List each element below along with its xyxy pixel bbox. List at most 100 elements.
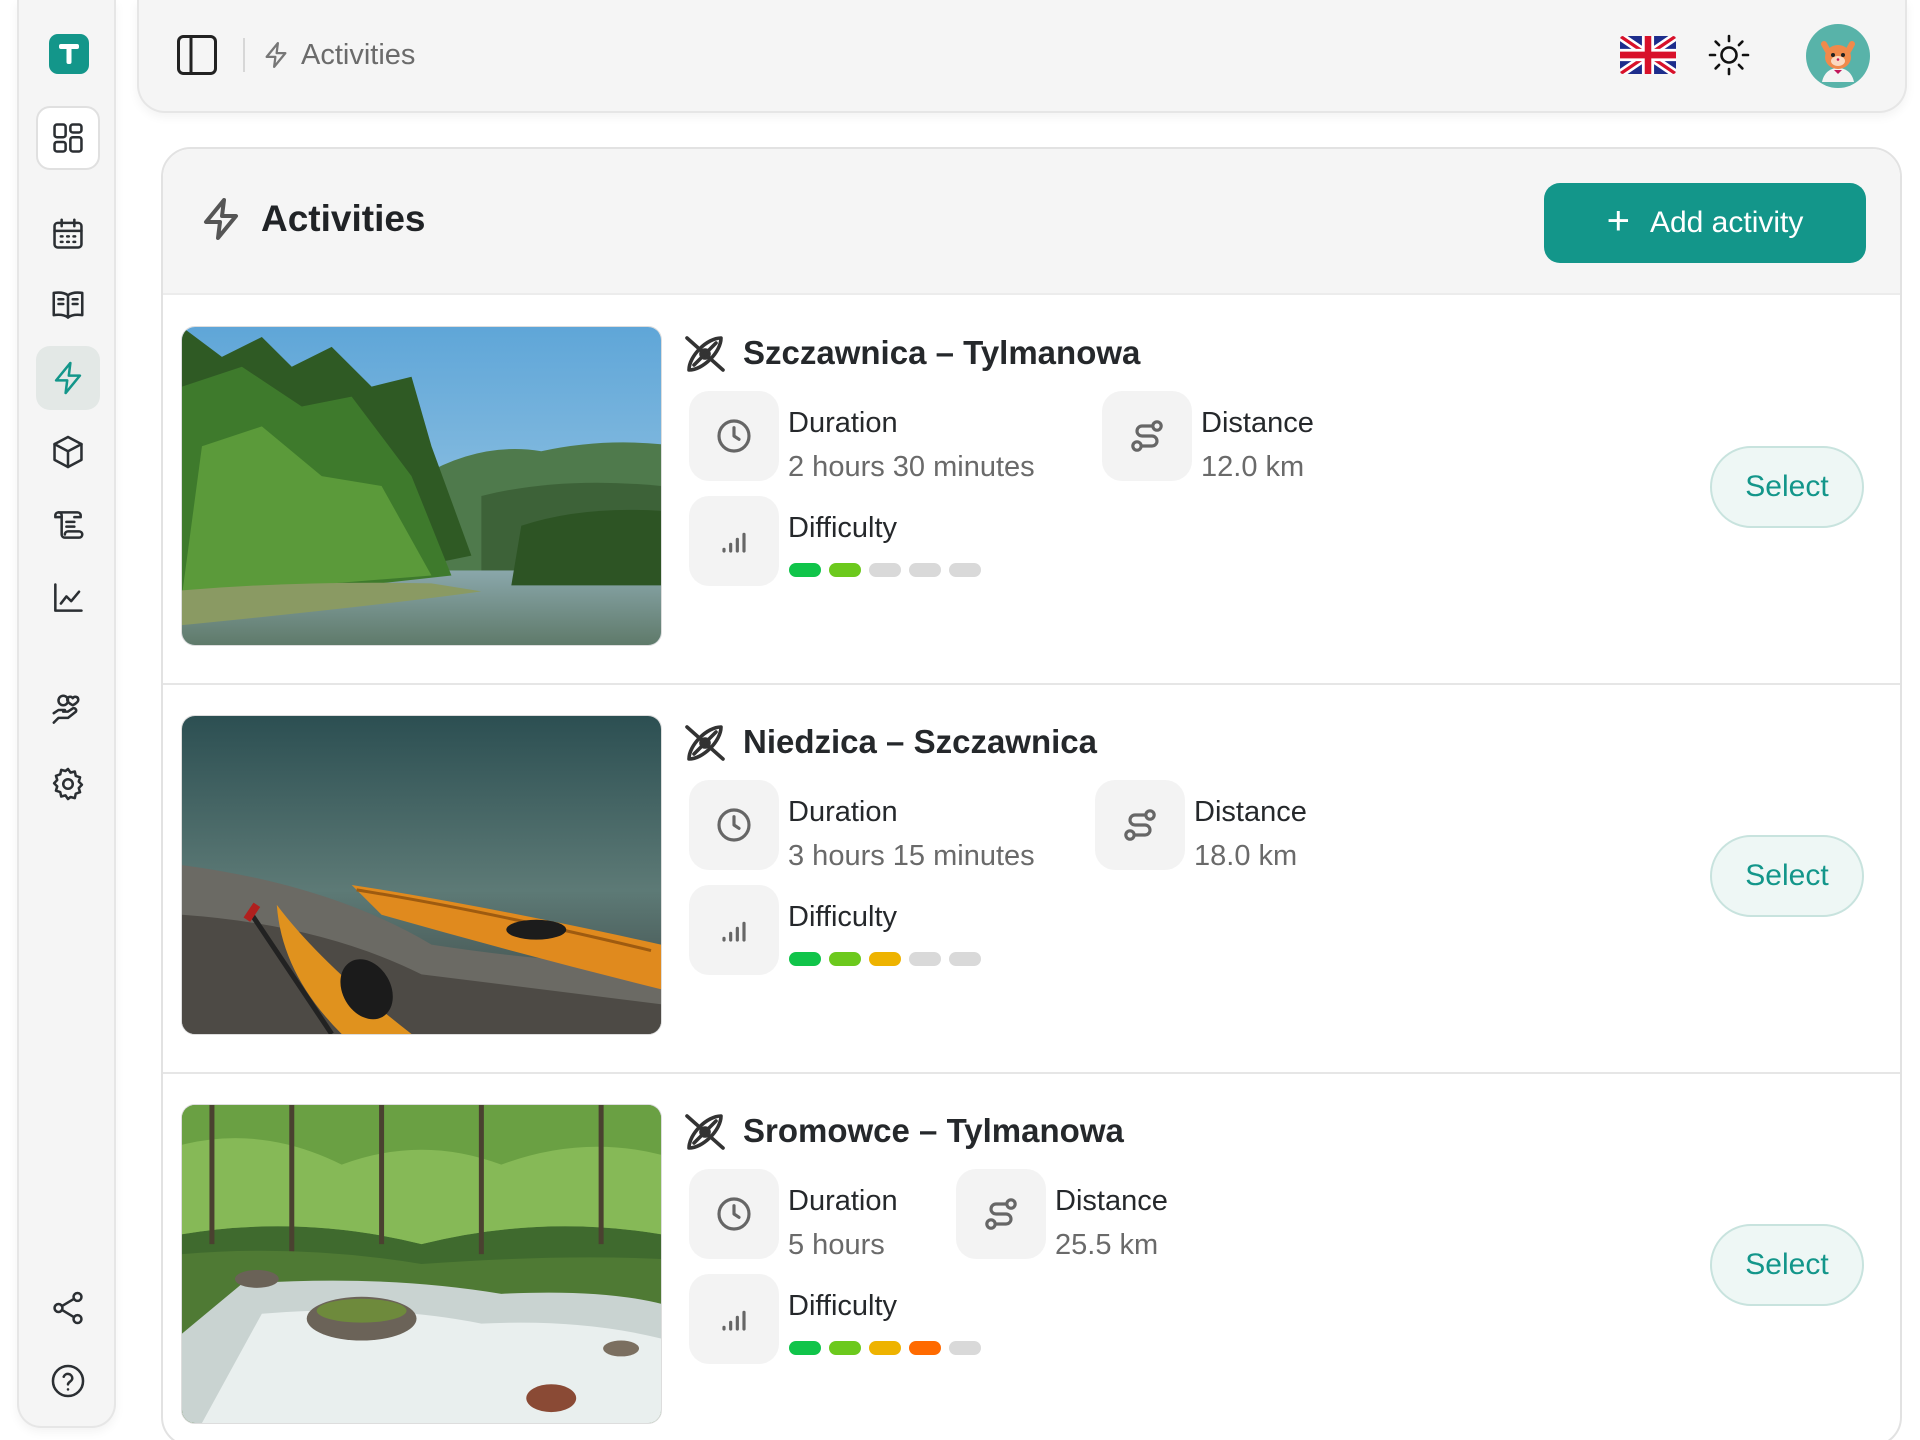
- select-button[interactable]: Select: [1710, 1224, 1864, 1306]
- route-icon: [1131, 420, 1163, 452]
- user-avatar[interactable]: [1806, 24, 1870, 88]
- distance-stat-box: [956, 1169, 1046, 1259]
- activity-row: Szczawnica – Tylmanowa Duration 2 hours …: [163, 295, 1900, 685]
- add-activity-button[interactable]: + Add activity: [1544, 183, 1866, 263]
- breadcrumb-bolt-icon: [261, 40, 291, 70]
- difficulty-dot: [909, 952, 941, 966]
- difficulty-dot: [829, 563, 861, 577]
- activity-photo-rapids-stream: [181, 1104, 662, 1424]
- clock-icon: [717, 808, 751, 842]
- nav-packages[interactable]: [36, 420, 100, 484]
- distance-label: Distance: [1194, 796, 1307, 828]
- activity-row: Niedzica – Szczawnica Duration 3 hours 1…: [163, 684, 1900, 1074]
- plus-icon: +: [1606, 199, 1630, 243]
- dashboard-grid-icon: [53, 123, 83, 153]
- gear-icon: [52, 767, 84, 801]
- distance-value: 12.0 km: [1201, 451, 1305, 483]
- distance-value: 18.0 km: [1194, 840, 1298, 872]
- difficulty-label: Difficulty: [788, 901, 898, 933]
- route-icon: [985, 1198, 1017, 1230]
- activity-title: Sromowce – Tylmanowa: [743, 1112, 1124, 1149]
- nav-activities[interactable]: [36, 346, 100, 410]
- distance-label: Distance: [1201, 407, 1314, 439]
- activity-row: Sromowce – Tylmanowa Duration 5 hours Di…: [163, 1073, 1900, 1440]
- difficulty-dot: [909, 563, 941, 577]
- duration-label: Duration: [788, 407, 898, 439]
- nav-settings[interactable]: [36, 752, 100, 816]
- logo-t-icon: [59, 44, 79, 64]
- share-icon: [53, 1291, 83, 1325]
- duration-value: 3 hours 15 minutes: [788, 840, 1035, 872]
- difficulty-label: Difficulty: [788, 512, 898, 544]
- calendar-icon: [53, 218, 83, 249]
- distance-stat-box: [1095, 780, 1185, 870]
- language-uk-flag-icon[interactable]: [1620, 36, 1676, 74]
- difficulty-meter: [789, 563, 981, 577]
- select-button[interactable]: Select: [1710, 835, 1864, 917]
- duration-stat-box: [689, 780, 779, 870]
- cat-avatar-icon: [1806, 24, 1870, 88]
- distance-label: Distance: [1055, 1185, 1168, 1217]
- kayak-icon: [681, 330, 729, 378]
- kayak-icon: [681, 1108, 729, 1156]
- difficulty-dot: [949, 952, 981, 966]
- bolt-icon: [54, 361, 82, 395]
- difficulty-meter: [789, 1341, 981, 1355]
- duration-stat-box: [689, 1169, 779, 1259]
- nav-share[interactable]: [36, 1276, 100, 1340]
- difficulty-dot: [789, 952, 821, 966]
- nav-statistics[interactable]: [36, 566, 100, 630]
- nav-scroll[interactable]: [36, 493, 100, 557]
- difficulty-stat-box: [689, 496, 779, 586]
- signal-bars-icon: [722, 1310, 746, 1331]
- page-bolt-icon: [197, 195, 245, 243]
- nav-calendar[interactable]: [36, 202, 100, 266]
- hand-heart-icon: [52, 694, 80, 724]
- difficulty-label: Difficulty: [788, 1290, 898, 1322]
- header-divider: [243, 38, 245, 72]
- activities-panel: Activities + Add activity Szczawnica – T…: [161, 147, 1902, 1440]
- duration-value: 5 hours: [788, 1229, 885, 1261]
- difficulty-dot: [789, 1341, 821, 1355]
- scroll-icon: [54, 511, 84, 539]
- app-logo[interactable]: [49, 34, 89, 74]
- distance-value: 25.5 km: [1055, 1229, 1159, 1261]
- difficulty-dot: [949, 563, 981, 577]
- nav-help[interactable]: [36, 1349, 100, 1413]
- add-activity-label: Add activity: [1649, 206, 1804, 239]
- difficulty-stat-box: [689, 885, 779, 975]
- difficulty-meter: [789, 952, 981, 966]
- page-title: Activities: [261, 198, 426, 239]
- duration-label: Duration: [788, 796, 898, 828]
- sidebar-panel-icon: [177, 35, 217, 75]
- activity-photo-kayaks-shore: [181, 715, 662, 1035]
- duration-label: Duration: [788, 1185, 898, 1217]
- duration-value: 2 hours 30 minutes: [788, 451, 1035, 483]
- signal-bars-icon: [722, 532, 746, 553]
- difficulty-dot: [869, 563, 901, 577]
- help-circle-icon: [51, 1364, 85, 1398]
- select-button[interactable]: Select: [1710, 446, 1864, 528]
- difficulty-dot: [909, 1341, 941, 1355]
- nav-dashboard[interactable]: [36, 106, 100, 170]
- distance-stat-box: [1102, 391, 1192, 481]
- duration-stat-box: [689, 391, 779, 481]
- top-header: Activities: [137, 0, 1907, 113]
- difficulty-dot: [869, 1341, 901, 1355]
- theme-sun-icon[interactable]: [1707, 33, 1751, 77]
- nav-partners[interactable]: [36, 678, 100, 742]
- activity-title: Szczawnica – Tylmanowa: [743, 334, 1141, 371]
- nav-guide[interactable]: [36, 272, 100, 336]
- sidebar: [17, 0, 116, 1428]
- clock-icon: [717, 1197, 751, 1231]
- difficulty-dot: [829, 1341, 861, 1355]
- route-icon: [1124, 809, 1156, 841]
- cube-icon: [53, 435, 83, 469]
- activity-title: Niedzica – Szczawnica: [743, 723, 1097, 760]
- difficulty-dot: [789, 563, 821, 577]
- difficulty-dot: [829, 952, 861, 966]
- sidebar-toggle-button[interactable]: [176, 34, 218, 76]
- activity-photo-forest-river: [181, 326, 662, 646]
- clock-icon: [717, 419, 751, 453]
- difficulty-stat-box: [689, 1274, 779, 1364]
